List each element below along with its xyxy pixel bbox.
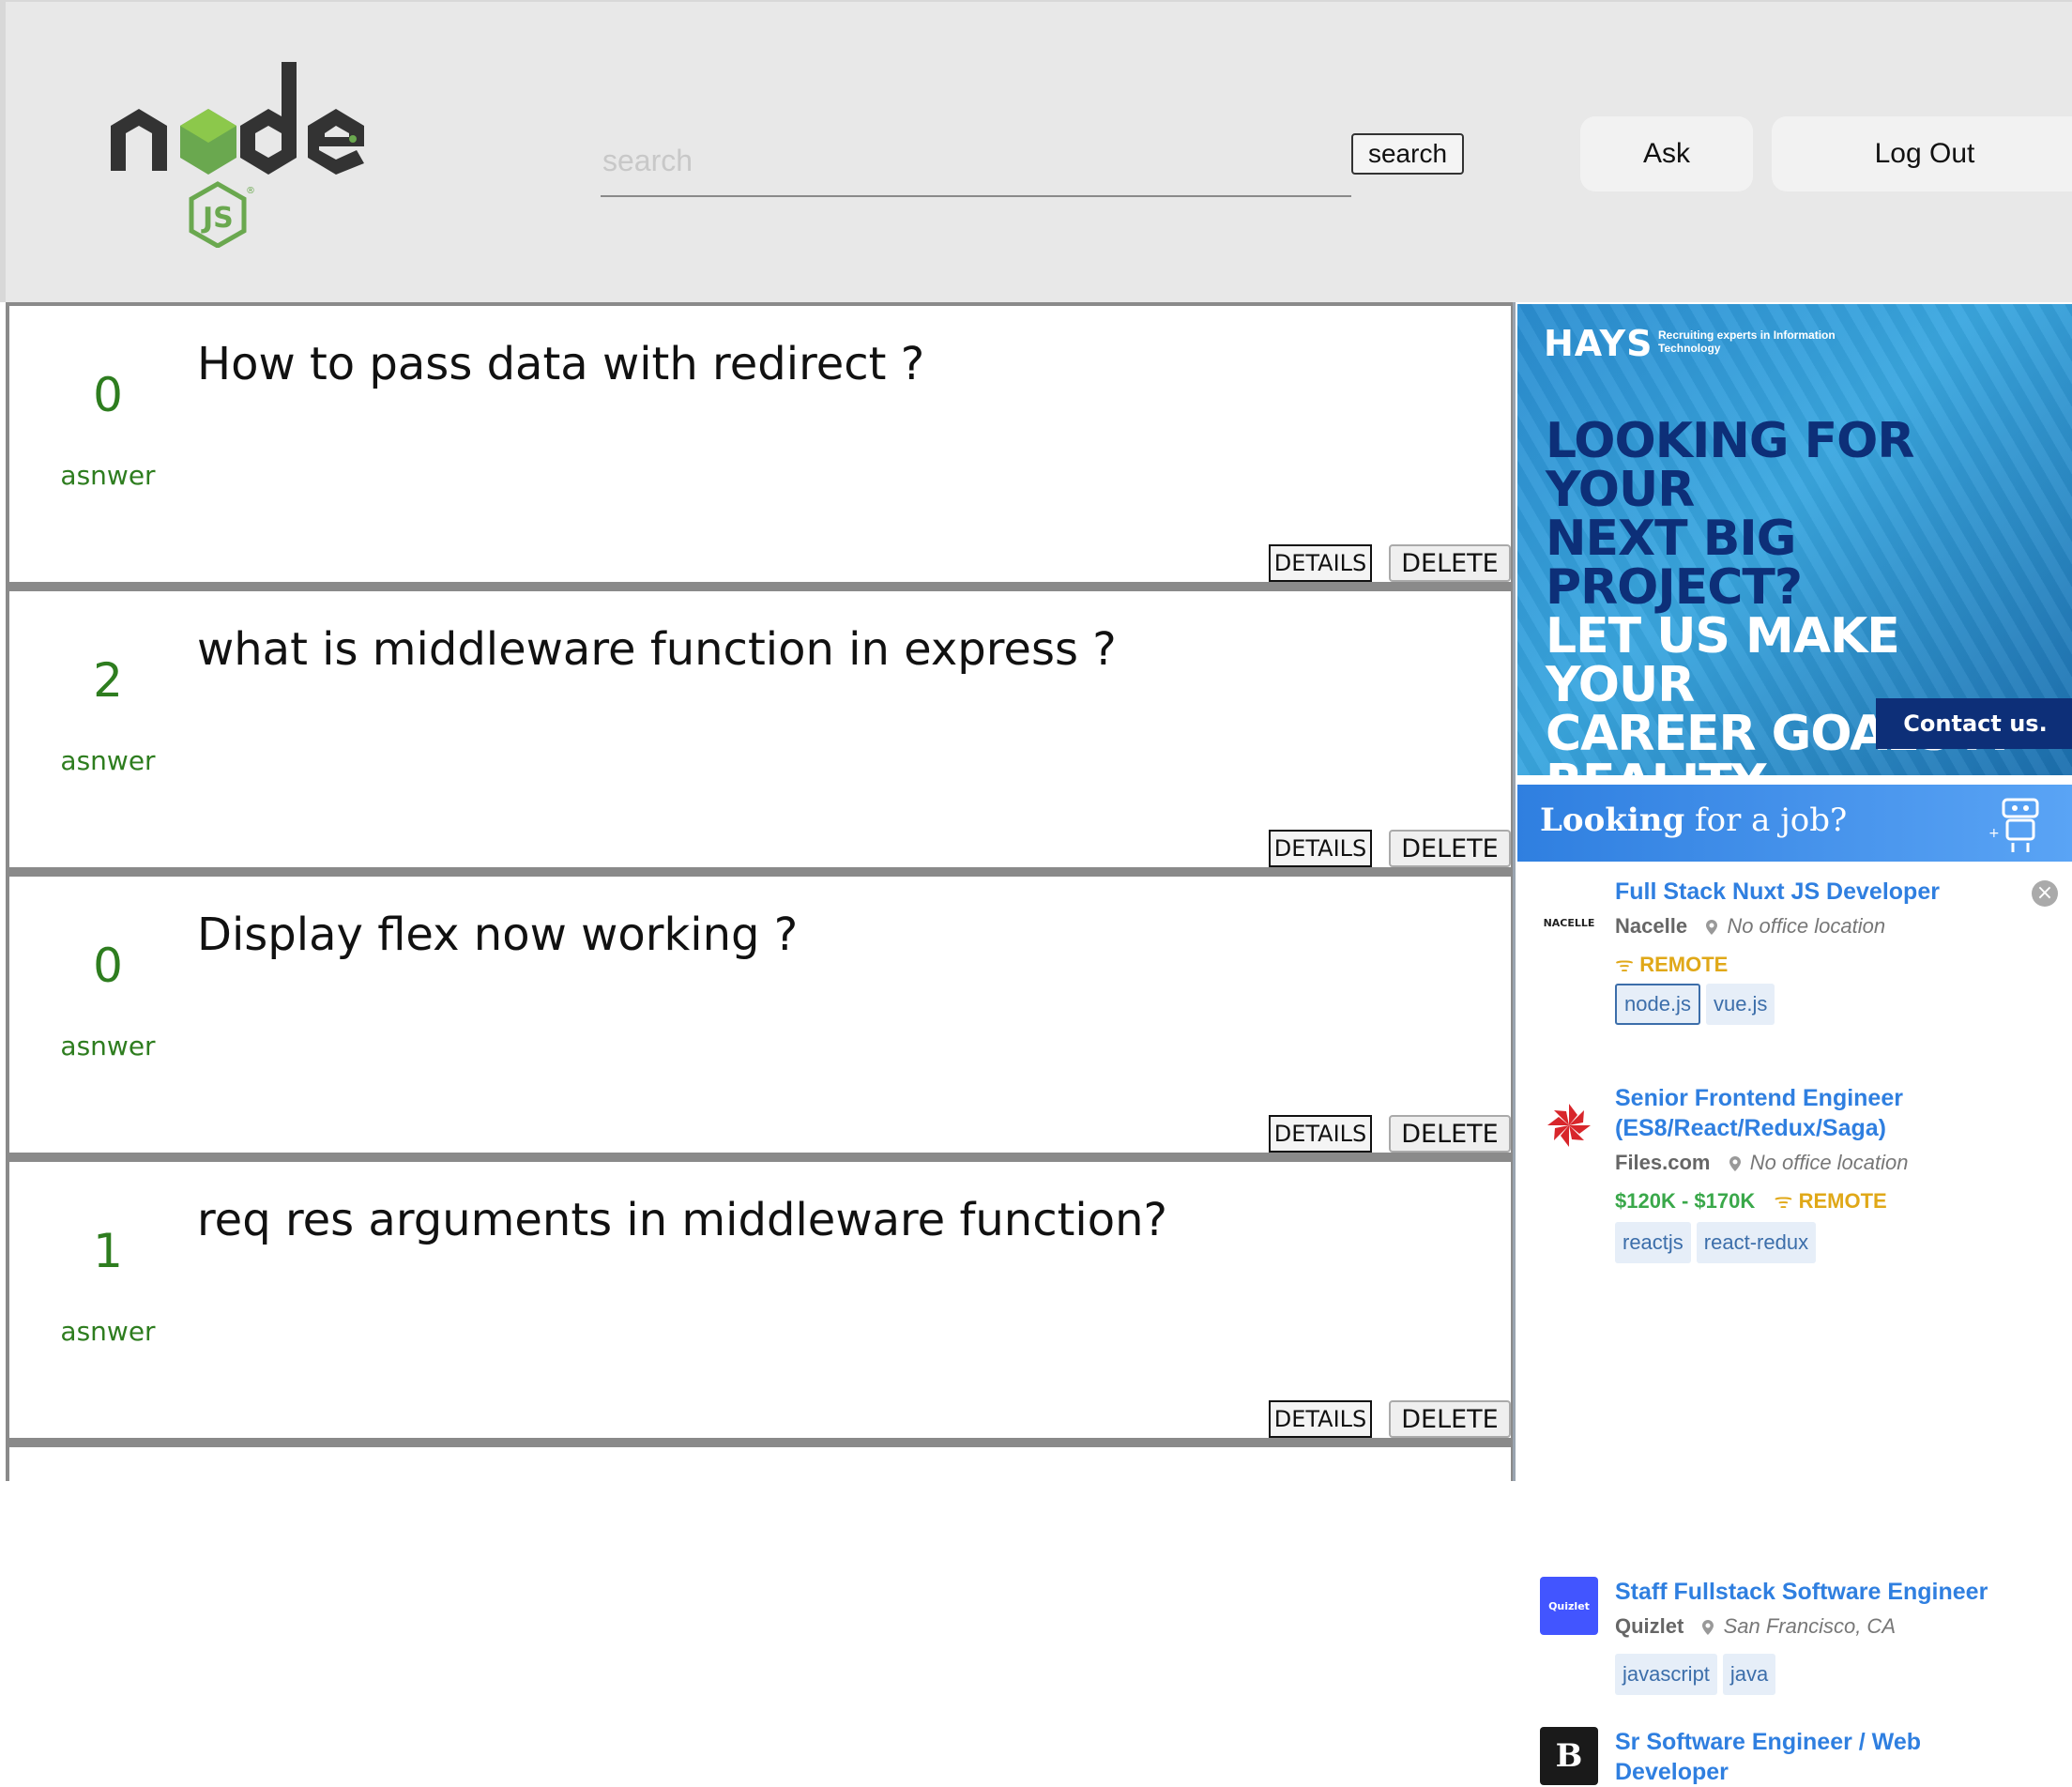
sidebar-ads: HAYS Recruiting experts in Information T…	[1513, 302, 2072, 1785]
company-logo: B	[1540, 1727, 1598, 1785]
job-tag[interactable]: vue.js	[1705, 984, 1775, 1025]
delete-button[interactable]: DELETE	[1389, 1115, 1511, 1153]
delete-button[interactable]: DELETE	[1389, 544, 1511, 582]
job-tag[interactable]: java	[1722, 1654, 1776, 1695]
company-logo-text: NACELLE	[1543, 916, 1595, 929]
answer-label: asnwer	[60, 745, 156, 776]
company-name: Files.com	[1615, 1151, 1711, 1174]
svg-text:JS: JS	[201, 202, 234, 235]
answer-label: asnwer	[60, 460, 156, 491]
answer-count: 0	[93, 368, 123, 422]
question-card[interactable]: 0 asnwer How to pass data with redirect …	[9, 306, 1511, 582]
job-tags: node.js vue.js	[1615, 984, 1775, 1025]
details-button[interactable]: DETAILS	[1269, 830, 1372, 867]
robot-icon: +	[1988, 798, 2039, 852]
job-meta: Quizlet San Francisco, CA	[1615, 1614, 1896, 1639]
salary: $120K - $170K	[1615, 1189, 1756, 1213]
company-logo: NACELLE	[1540, 894, 1598, 952]
job-tag[interactable]: node.js	[1615, 984, 1700, 1025]
answer-label: asnwer	[60, 1316, 156, 1347]
hays-logo: HAYS	[1544, 323, 1653, 364]
wifi-icon: ᯤ	[1774, 1189, 1793, 1213]
details-button[interactable]: DETAILS	[1269, 1400, 1372, 1438]
svg-text:+: +	[1988, 826, 2000, 841]
job-tags: javascript java	[1615, 1654, 1776, 1695]
location-pin-icon	[1702, 1620, 1714, 1635]
company-name: Quizlet	[1615, 1614, 1684, 1638]
job-title-link[interactable]: Senior Frontend Engineer (ES8/React/Redu…	[1615, 1083, 2037, 1143]
company-logo-text: B	[1555, 1737, 1583, 1775]
answer-label: asnwer	[60, 1031, 156, 1062]
job-tag[interactable]: javascript	[1615, 1654, 1717, 1695]
job-location: No office location	[1727, 914, 1886, 938]
question-title[interactable]: Display flex now working ?	[197, 909, 798, 961]
question-card[interactable]: 1 asnwer req res arguments in middleware…	[9, 1162, 1511, 1438]
job-meta: Nacelle No office location	[1615, 914, 1885, 939]
question-list: 0 asnwer How to pass data with redirect …	[6, 302, 1513, 1723]
company-name: Nacelle	[1615, 914, 1688, 938]
job-title-link[interactable]: Full Stack Nuxt JS Developer	[1615, 877, 2037, 907]
headline-line: NEXT BIG PROJECT?	[1546, 511, 1803, 616]
remote-label: REMOTE	[1798, 1189, 1887, 1213]
company-logo: Quizlet	[1540, 1577, 1598, 1635]
question-card[interactable]	[9, 1447, 1511, 1723]
jobs-heading-text: Looking for a job?	[1540, 802, 1847, 839]
question-card[interactable]: 0 asnwer Display flex now working ? DETA…	[9, 877, 1511, 1153]
job-location: San Francisco, CA	[1723, 1614, 1896, 1638]
job-salary-remote: $120K - $170K ᯤ REMOTE	[1615, 1186, 1887, 1214]
details-button[interactable]: DETAILS	[1269, 1115, 1372, 1153]
files-com-logo-icon	[1547, 1104, 1591, 1147]
close-icon[interactable]: ×	[2032, 880, 2058, 907]
answer-count: 2	[93, 653, 123, 708]
job-title-link[interactable]: Staff Fullstack Software Engineer	[1615, 1577, 2037, 1607]
question-title[interactable]: what is middleware function in express ?	[197, 623, 1117, 676]
answer-count: 1	[93, 1224, 123, 1278]
job-remote: ᯤ REMOTE	[1615, 950, 1728, 978]
job-tags: reactjs react-redux	[1615, 1222, 1817, 1263]
nodejs-logo[interactable]: JS ®	[107, 60, 407, 248]
contact-us-button[interactable]: Contact us.	[1876, 698, 2072, 749]
log-out-button[interactable]: Log Out	[1772, 116, 2072, 191]
job-title-link[interactable]: Sr Software Engineer / Web Developer	[1615, 1727, 2037, 1787]
headline-line: LOOKING FOR YOUR	[1546, 413, 1914, 518]
search-input[interactable]	[601, 126, 1351, 197]
hays-ad-banner[interactable]: HAYS Recruiting experts in Information T…	[1517, 304, 2072, 775]
job-tag[interactable]: react-redux	[1696, 1222, 1817, 1263]
question-title[interactable]: How to pass data with redirect ?	[197, 338, 924, 390]
details-button[interactable]: DETAILS	[1269, 544, 1372, 582]
wifi-icon: ᯤ	[1615, 953, 1635, 976]
location-pin-icon	[1706, 920, 1718, 935]
location-pin-icon	[1729, 1156, 1741, 1171]
headline-line: LET US MAKE YOUR	[1546, 608, 1900, 713]
job-location: No office location	[1749, 1151, 1909, 1174]
job-meta: Files.com No office location	[1615, 1151, 1909, 1175]
ask-button[interactable]: Ask	[1580, 116, 1753, 191]
jobs-heading-bold: Looking	[1540, 802, 1685, 839]
answer-count: 0	[93, 939, 123, 993]
company-logo-text: Quizlet	[1548, 1599, 1590, 1612]
remote-label: REMOTE	[1639, 953, 1729, 976]
header: JS ® search Ask Log Out	[0, 0, 2072, 302]
question-title[interactable]: req res arguments in middleware function…	[197, 1194, 1167, 1246]
jobs-heading-rest: for a job?	[1684, 802, 1848, 839]
delete-button[interactable]: DELETE	[1389, 830, 1511, 867]
delete-button[interactable]: DELETE	[1389, 1400, 1511, 1438]
search-button[interactable]: search	[1351, 133, 1464, 175]
job-tag[interactable]: reactjs	[1615, 1222, 1691, 1263]
jobs-heading[interactable]: Looking for a job? +	[1517, 785, 2072, 862]
svg-text:®: ®	[246, 186, 255, 196]
question-card[interactable]: 2 asnwer what is middleware function in …	[9, 591, 1511, 867]
hays-tagline: Recruiting experts in Information Techno…	[1658, 328, 1836, 355]
